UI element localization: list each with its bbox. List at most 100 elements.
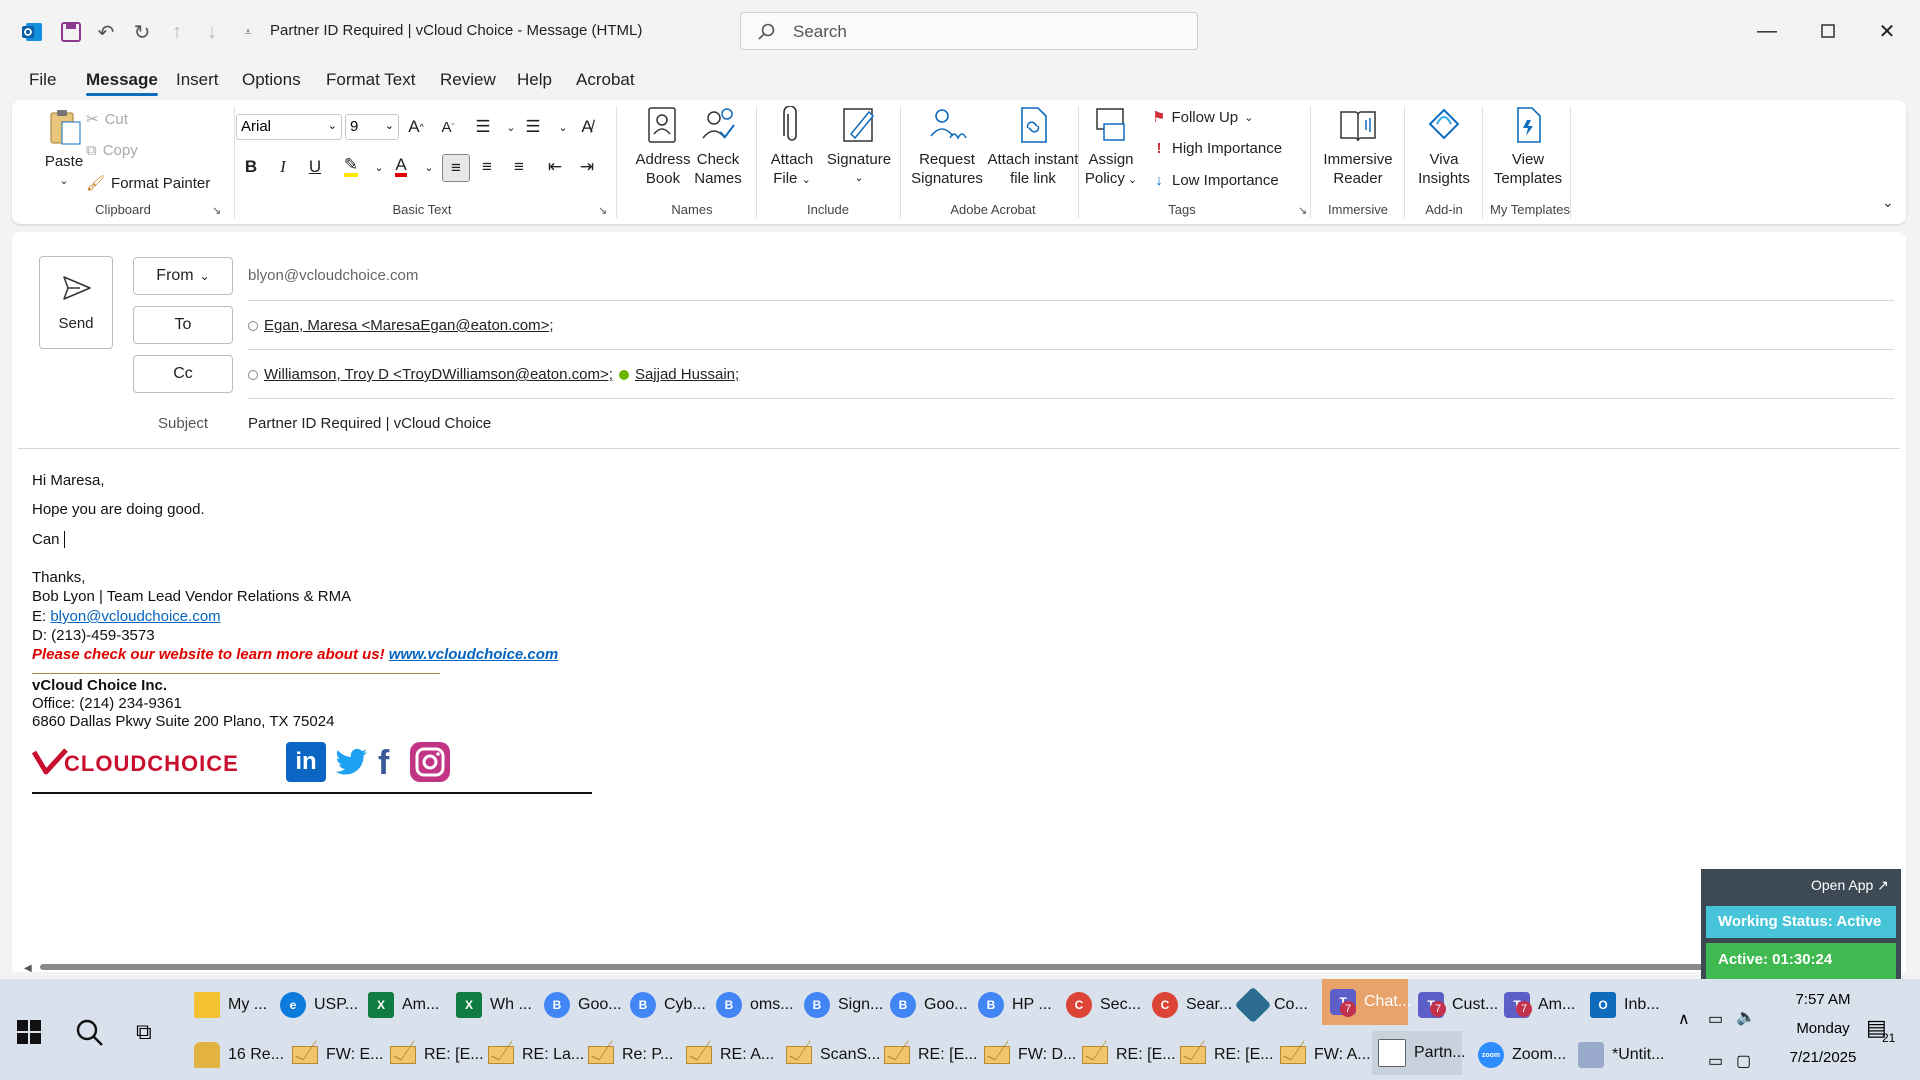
- taskbar-item[interactable]: FW: D...: [984, 1033, 1076, 1077]
- message-body[interactable]: Hi Maresa, Hope you are doing good. Can …: [12, 452, 1906, 952]
- increase-indent-icon[interactable]: ⇥: [574, 154, 600, 180]
- view-templates-button[interactable]: View Templates: [1486, 106, 1570, 196]
- to-recipient[interactable]: Egan, Maresa <MaresaEgan@eaton.com>;: [264, 317, 554, 334]
- taskbar-item[interactable]: My ...: [194, 983, 267, 1027]
- signature-dropdown-icon[interactable]: ⌄: [822, 169, 896, 188]
- format-painter-button[interactable]: 🖌 Format Painter: [86, 174, 210, 193]
- scroll-left-icon[interactable]: ◀: [24, 963, 32, 974]
- bold-button[interactable]: B: [238, 154, 264, 180]
- low-importance-button[interactable]: ↓ Low Importance: [1152, 172, 1278, 189]
- vcloudchoice-logo[interactable]: CLOUDCHOICE: [31, 746, 276, 781]
- customize-toolbar-icon[interactable]: ⩡: [236, 20, 260, 44]
- numbering-dropdown-icon[interactable]: ⌄: [550, 114, 576, 140]
- tags-launcher-icon[interactable]: ↘: [1298, 204, 1307, 217]
- taskbar-item[interactable]: O Inb...: [1590, 983, 1660, 1027]
- from-button[interactable]: From ⌄: [133, 257, 233, 295]
- follow-up-button[interactable]: ⚑ Follow Up ⌄: [1152, 108, 1253, 127]
- align-right-button[interactable]: ≡: [506, 154, 532, 180]
- font-size-select[interactable]: 9 ⌄: [345, 114, 399, 140]
- taskbar-item[interactable]: ScanS...: [786, 1033, 880, 1077]
- check-names-button[interactable]: Check Names: [682, 106, 754, 196]
- minimize-button[interactable]: —: [1747, 16, 1787, 46]
- bullets-icon[interactable]: ☰: [470, 114, 496, 140]
- cc-button[interactable]: Cc: [133, 355, 233, 393]
- scrollbar-thumb[interactable]: [40, 964, 1880, 970]
- italic-button[interactable]: I: [270, 154, 296, 180]
- facebook-icon[interactable]: f: [378, 744, 402, 782]
- tab-options[interactable]: Options: [242, 70, 301, 90]
- taskbar-item[interactable]: Re: P...: [588, 1033, 673, 1077]
- taskbar-item[interactable]: Co...: [1234, 983, 1308, 1027]
- taskbar-item[interactable]: B Goo...: [890, 983, 968, 1027]
- ribbon-collapse-icon[interactable]: ⌄: [1882, 194, 1894, 211]
- tab-format-text[interactable]: Format Text: [326, 70, 415, 90]
- taskbar-item[interactable]: B HP ...: [978, 983, 1052, 1027]
- maximize-button[interactable]: [1808, 16, 1848, 46]
- taskbar-item[interactable]: B Sign...: [804, 983, 883, 1027]
- taskbar-item[interactable]: TAm...: [1504, 983, 1575, 1027]
- request-signatures-button[interactable]: Request Signatures: [902, 106, 992, 196]
- previous-item-icon[interactable]: ↑: [165, 20, 189, 44]
- to-field[interactable]: Egan, Maresa <MaresaEgan@eaton.com>;: [248, 317, 554, 334]
- tab-help[interactable]: Help: [517, 70, 552, 90]
- grow-font-icon[interactable]: A ^: [403, 114, 429, 140]
- twitter-icon[interactable]: [334, 744, 370, 780]
- network-icon[interactable]: ▭: [1708, 1051, 1723, 1071]
- send-button[interactable]: Send: [39, 256, 113, 349]
- horizontal-scrollbar[interactable]: ◀: [24, 963, 1904, 974]
- linkedin-icon[interactable]: in: [286, 742, 326, 782]
- underline-button[interactable]: U: [302, 154, 328, 180]
- taskbar-item[interactable]: X Am...: [368, 983, 439, 1027]
- next-item-icon[interactable]: ↓: [200, 20, 224, 44]
- basic-text-launcher-icon[interactable]: ↘: [598, 204, 607, 217]
- taskbar-item[interactable]: X Wh ...: [456, 983, 532, 1027]
- taskbar-item[interactable]: FW: A...: [1280, 1033, 1371, 1077]
- taskbar-item[interactable]: RE: [E...: [1082, 1033, 1176, 1077]
- clock-day[interactable]: Monday: [1780, 1020, 1866, 1037]
- promo-website-link[interactable]: www.vcloudchoice.com: [389, 646, 558, 663]
- taskbar-item[interactable]: B Goo...: [544, 983, 622, 1027]
- taskbar-item[interactable]: Boms...: [716, 983, 794, 1027]
- high-importance-button[interactable]: ! High Importance: [1152, 140, 1283, 157]
- taskbar-item[interactable]: e USP...: [280, 983, 358, 1027]
- cc-recipient-1[interactable]: Williamson, Troy D <TroyDWilliamson@eato…: [264, 366, 613, 383]
- show-hidden-icons-icon[interactable]: ∧: [1678, 1009, 1690, 1029]
- tab-file[interactable]: File: [29, 70, 56, 90]
- windows-start-icon[interactable]: [16, 1019, 42, 1050]
- close-button[interactable]: ✕: [1867, 16, 1907, 46]
- assign-policy-button[interactable]: Assign Policy ⌄: [1082, 106, 1140, 196]
- taskbar-item[interactable]: zoom Zoom...: [1478, 1033, 1566, 1077]
- font-color-icon[interactable]: A: [388, 154, 414, 180]
- taskbar-item[interactable]: C Sec...: [1066, 983, 1141, 1027]
- viva-insights-button[interactable]: Viva Insights: [1408, 106, 1480, 196]
- subject-field[interactable]: Partner ID Required | vCloud Choice: [248, 415, 491, 432]
- tab-message[interactable]: Message: [86, 70, 158, 96]
- tab-insert[interactable]: Insert: [176, 70, 219, 90]
- display-icon[interactable]: ▢: [1736, 1051, 1751, 1071]
- clock-date[interactable]: 7/21/2025: [1780, 1049, 1866, 1066]
- taskbar-item[interactable]: 16 Re...: [194, 1033, 284, 1077]
- undo-icon[interactable]: ↶: [94, 20, 118, 44]
- copy-button[interactable]: ⧉ Copy: [86, 142, 138, 159]
- immersive-reader-button[interactable]: Immersive Reader: [1314, 106, 1402, 196]
- font-color-dropdown-icon[interactable]: ⌄: [416, 154, 442, 180]
- font-name-select[interactable]: Arial ⌄: [236, 114, 342, 140]
- taskbar-item[interactable]: RE: [E...: [390, 1033, 484, 1077]
- signature-email-link[interactable]: blyon@vcloudchoice.com: [50, 608, 220, 625]
- align-center-button[interactable]: ≡: [474, 154, 500, 180]
- clipboard-launcher-icon[interactable]: ↘: [212, 204, 221, 217]
- taskbar-item[interactable]: B Cyb...: [630, 983, 706, 1027]
- taskbar-item[interactable]: FW: E...: [292, 1033, 383, 1077]
- instagram-icon[interactable]: [410, 742, 450, 782]
- clear-formatting-icon[interactable]: A̸: [574, 114, 600, 140]
- attach-instant-link-button[interactable]: Attach instant file link: [980, 106, 1086, 196]
- search-icon[interactable]: [74, 1017, 104, 1052]
- taskbar-item[interactable]: RE: [E...: [884, 1033, 978, 1077]
- attach-file-button[interactable]: Attach File ⌄: [760, 106, 824, 196]
- taskbar-item[interactable]: RE: La...: [488, 1033, 584, 1077]
- tab-review[interactable]: Review: [440, 70, 496, 90]
- taskbar-item[interactable]: C Sear...: [1152, 983, 1232, 1027]
- cc-recipient-2[interactable]: Sajjad Hussain;: [635, 366, 739, 383]
- battery-icon[interactable]: ▭: [1708, 1009, 1723, 1029]
- search-input[interactable]: Search: [740, 12, 1198, 50]
